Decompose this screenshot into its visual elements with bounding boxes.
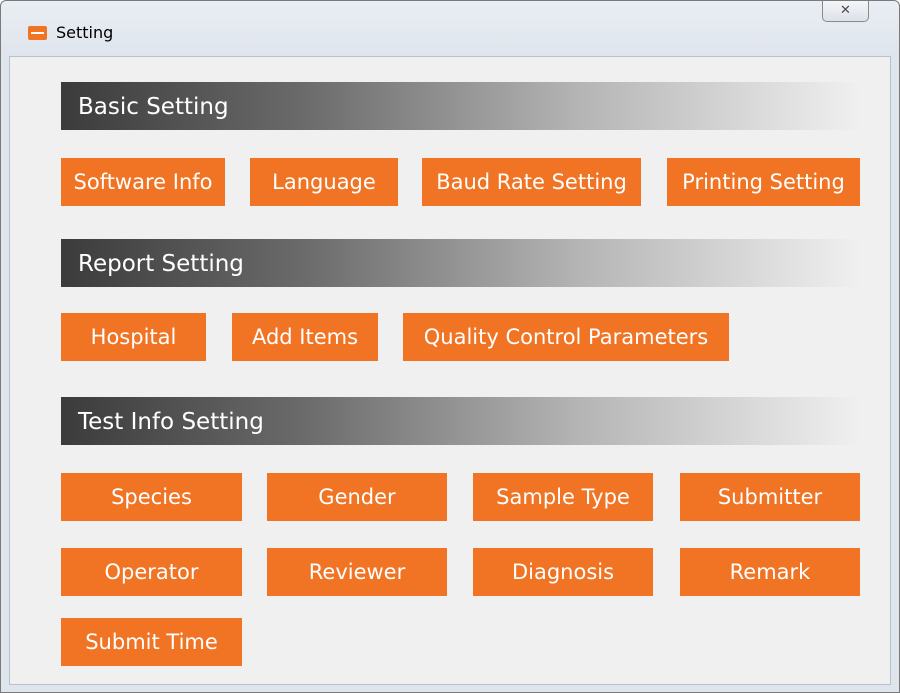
report-setting-title: Report Setting (78, 251, 244, 277)
window-title: Setting (56, 23, 114, 42)
settings-window: Setting ✕ Basic Setting Software Info La… (0, 0, 900, 693)
language-button[interactable]: Language (250, 158, 398, 206)
report-setting-header: Report Setting (61, 239, 861, 287)
species-button[interactable]: Species (61, 473, 242, 521)
reviewer-button[interactable]: Reviewer (267, 548, 447, 596)
close-icon: ✕ (840, 3, 851, 18)
test-info-setting-header: Test Info Setting (61, 397, 861, 445)
hospital-button[interactable]: Hospital (61, 313, 206, 361)
quality-control-parameters-button[interactable]: Quality Control Parameters (403, 313, 729, 361)
software-info-button[interactable]: Software Info (61, 158, 225, 206)
diagnosis-button[interactable]: Diagnosis (473, 548, 653, 596)
settings-content: Basic Setting Software Info Language Bau… (9, 56, 891, 685)
printing-setting-button[interactable]: Printing Setting (667, 158, 860, 206)
submit-time-button[interactable]: Submit Time (61, 618, 242, 666)
test-info-setting-title: Test Info Setting (78, 409, 264, 435)
submitter-button[interactable]: Submitter (680, 473, 860, 521)
title-bar: Setting ✕ (1, 1, 899, 56)
sample-type-button[interactable]: Sample Type (473, 473, 653, 521)
app-logo-icon (28, 26, 47, 40)
remark-button[interactable]: Remark (680, 548, 860, 596)
add-items-button[interactable]: Add Items (232, 313, 378, 361)
basic-setting-title: Basic Setting (78, 94, 229, 120)
operator-button[interactable]: Operator (61, 548, 242, 596)
basic-setting-header: Basic Setting (61, 82, 861, 130)
close-button[interactable]: ✕ (822, 1, 869, 22)
baud-rate-setting-button[interactable]: Baud Rate Setting (422, 158, 641, 206)
gender-button[interactable]: Gender (267, 473, 447, 521)
